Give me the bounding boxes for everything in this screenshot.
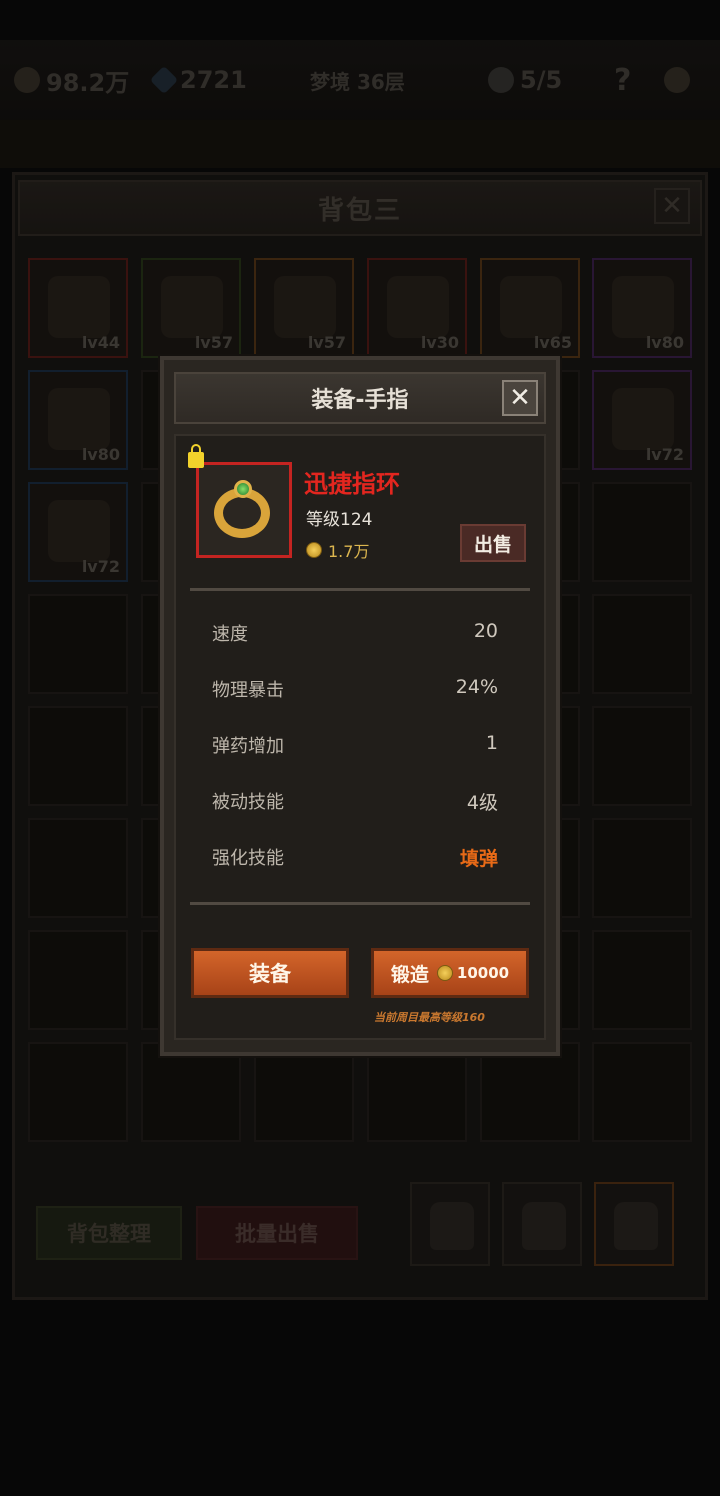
equip-button[interactable]: 装备 bbox=[191, 948, 349, 998]
sell-button[interactable]: 出售 bbox=[460, 524, 526, 562]
item-name: 迅捷指环 bbox=[304, 470, 400, 498]
lock-icon[interactable] bbox=[188, 444, 204, 468]
item-level: 等级124 bbox=[306, 510, 373, 530]
divider bbox=[190, 588, 530, 591]
stat-name: 被动技能 bbox=[212, 792, 284, 813]
stat-value: 4级 bbox=[466, 792, 498, 814]
stat-name: 强化技能 bbox=[212, 848, 284, 869]
dialog-close-button[interactable]: ✕ bbox=[502, 380, 538, 416]
stat-value: 填弹 bbox=[459, 848, 498, 870]
forge-button[interactable]: 锻造 10000 bbox=[371, 948, 529, 998]
stat-name: 弹药增加 bbox=[212, 736, 284, 757]
stat-value: 1 bbox=[485, 732, 498, 754]
stat-value: 20 bbox=[473, 620, 498, 642]
stat-name: 物理暴击 bbox=[212, 680, 284, 701]
stat-name: 速度 bbox=[212, 624, 248, 645]
item-icon-frame[interactable] bbox=[196, 462, 292, 558]
ring-icon bbox=[208, 474, 280, 546]
coin-icon bbox=[306, 542, 322, 558]
stat-value: 24% bbox=[455, 676, 498, 698]
divider bbox=[190, 902, 530, 905]
item-price: 1.7万 bbox=[306, 538, 369, 562]
dialog-title: 装备-手指 bbox=[174, 372, 546, 424]
coin-icon bbox=[436, 965, 453, 981]
max-level-note: 当前周目最高等级160 bbox=[374, 1011, 485, 1024]
